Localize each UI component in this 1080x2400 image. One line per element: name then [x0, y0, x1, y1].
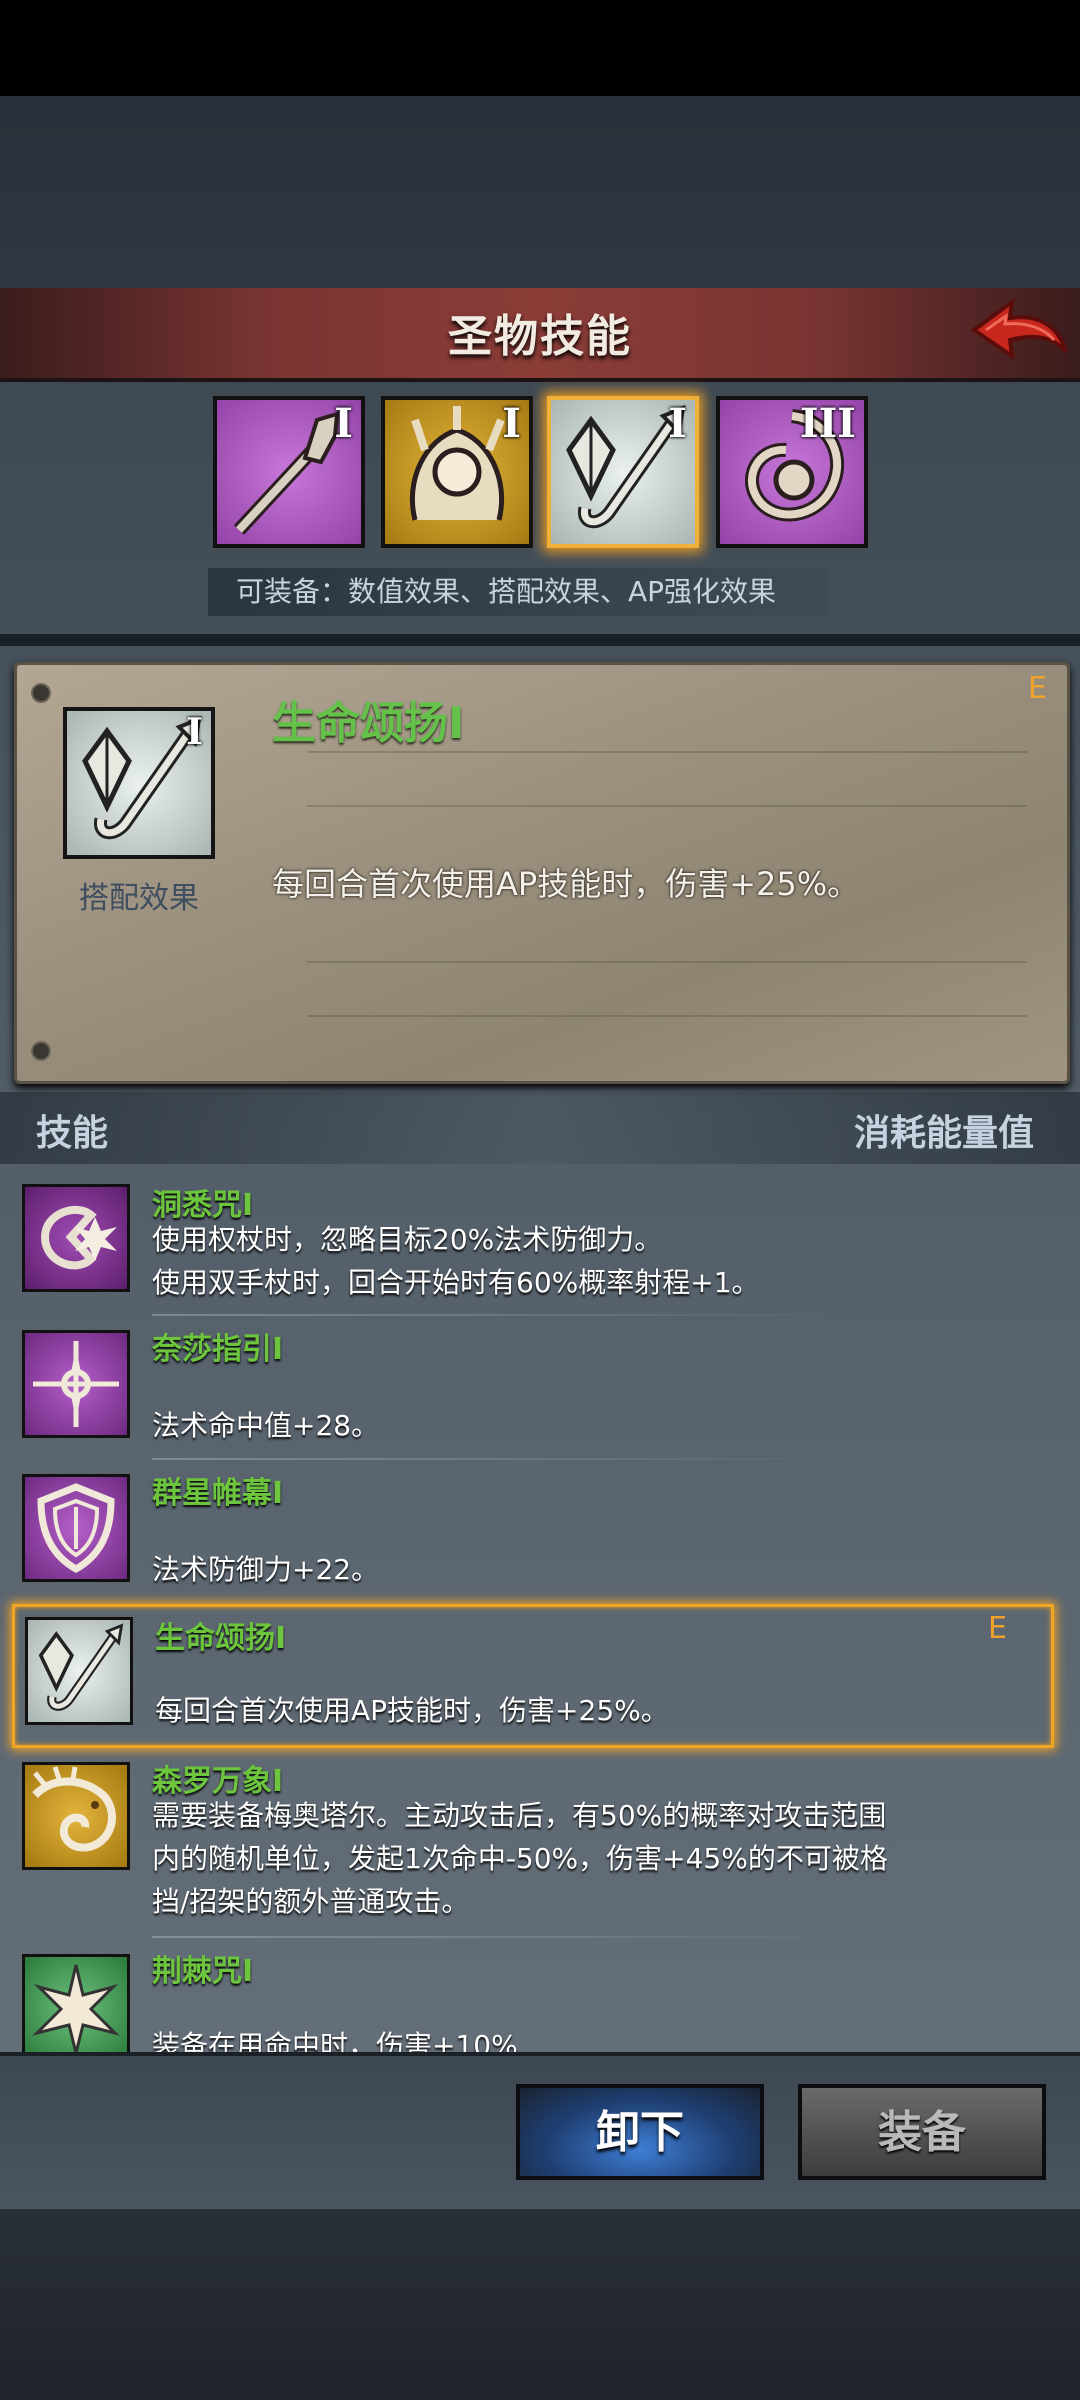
back-arrow-icon [970, 297, 1068, 361]
skill-detail-card: I 搭配效果 生命颂扬I E 每回合首次使用AP技能时，伤害+25%。 [14, 662, 1070, 1084]
relic-level: I [502, 400, 521, 447]
relic-slot-1[interactable]: I [213, 396, 365, 548]
status-bar [0, 0, 1080, 96]
skill-desc-line: 需要装备梅奥塔尔。主动攻击后，有50%的概率对攻击范围 [152, 1799, 887, 1832]
card-line [307, 961, 1027, 963]
pin [31, 1041, 51, 1061]
skill-icon [22, 1954, 130, 2052]
skill-desc-line: 使用权杖时，忽略目标20%法术防御力。 [152, 1223, 663, 1256]
crystal-staff-icon [38, 1623, 124, 1711]
detail-skill-icon: I [63, 707, 215, 859]
skill-desc-line: 法术命中值+28。 [152, 1409, 380, 1442]
backdrop-bottom [0, 2205, 1080, 2400]
relic-slot-4[interactable]: III [716, 396, 868, 548]
eye-burst-icon [40, 1206, 117, 1270]
skill-row-selected[interactable]: 生命颂扬I E 每回合首次使用AP技能时，伤害+25%。 [12, 1604, 1054, 1748]
page-title: 圣物技能 [448, 311, 632, 362]
relic-level: I [668, 400, 687, 447]
crosshair-star-icon [33, 1341, 119, 1427]
skill-name: 群星帷幕I [152, 1476, 284, 1511]
energy-column-header: 消耗能量值 [853, 1113, 1034, 1154]
detail-name: 生命颂扬I [272, 698, 465, 749]
skill-name: 奈莎指引I [152, 1332, 284, 1367]
skill-icon [22, 1762, 130, 1870]
skill-list[interactable]: 洞悉咒I 使用权杖时，忽略目标20%法术防御力。 使用双手杖时，回合开始时有60… [0, 1172, 1080, 2052]
equip-button[interactable]: 装备 [798, 2084, 1046, 2180]
thorn-burst-icon [32, 1964, 120, 2052]
relic-slot-3[interactable]: I [547, 396, 699, 548]
skill-name: 生命颂扬I [155, 1621, 287, 1656]
skill-name: 荆棘咒I [152, 1954, 254, 1989]
skill-icon [22, 1330, 130, 1438]
skill-row[interactable]: 洞悉咒I 使用权杖时，忽略目标20%法术防御力。 使用双手杖时，回合开始时有60… [0, 1172, 1080, 1316]
skill-desc-line: 使用双手杖时，回合开始时有60%概率射程+1。 [152, 1266, 760, 1299]
detail-level: I [186, 711, 203, 753]
detail-grade: E [1028, 671, 1047, 706]
card-line [307, 751, 1027, 753]
detail-description: 每回合首次使用AP技能时，伤害+25%。 [272, 865, 860, 903]
skill-icon [22, 1474, 130, 1582]
skill-desc-line: 法术防御力+22。 [152, 1553, 380, 1586]
equippable-types: 可装备：数值效果、搭配效果、AP强化效果 [208, 568, 828, 616]
skill-icon [22, 1184, 130, 1292]
relic-slot-2[interactable]: I [381, 396, 533, 548]
relic-level: I [334, 400, 353, 447]
pin [31, 683, 51, 703]
skill-row[interactable]: 荆棘咒I 装备在用命中时，伤害+10% [0, 1938, 1080, 2052]
skill-desc-line: 挡/招架的额外普通攻击。 [152, 1885, 470, 1918]
divider [0, 634, 1080, 646]
backdrop [0, 96, 1080, 288]
skill-row[interactable]: 奈莎指引I 法术命中值+28。 [0, 1316, 1080, 1460]
skill-desc-line: 每回合首次使用AP技能时，伤害+25%。 [155, 1694, 669, 1727]
shield-icon [37, 1483, 115, 1574]
detail-type: 搭配效果 [79, 881, 199, 916]
back-button[interactable] [966, 290, 1072, 370]
skill-icon [25, 1617, 133, 1725]
dragon-icon [32, 1766, 117, 1852]
skill-desc-line: 内的随机单位，发起1次命中-50%，伤害+45%的不可被格 [152, 1842, 888, 1875]
skill-grade: E [988, 1611, 1007, 1646]
card-line [307, 1015, 1027, 1017]
skill-desc-line: 装备在用命中时，伤害+10% [152, 2029, 518, 2052]
relic-level: III [799, 400, 856, 447]
skill-column-header: 技能 [36, 1113, 109, 1154]
card-line [307, 805, 1027, 807]
skill-row[interactable]: 森罗万象I 需要装备梅奥塔尔。主动攻击后，有50%的概率对攻击范围 内的随机单位… [0, 1752, 1080, 1938]
unequip-button[interactable]: 卸下 [516, 2084, 764, 2180]
skill-row[interactable]: 群星帷幕I 法术防御力+22。 [0, 1460, 1080, 1604]
